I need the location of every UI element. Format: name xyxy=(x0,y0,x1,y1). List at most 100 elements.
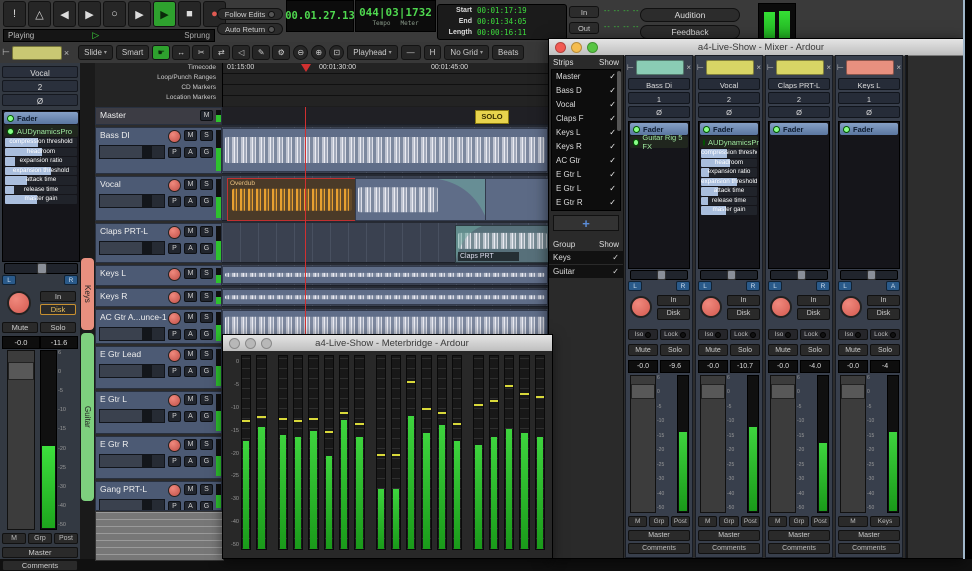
group-button[interactable]: G xyxy=(200,243,213,254)
fader-handle[interactable] xyxy=(841,384,865,399)
track-drop-zone[interactable] xyxy=(95,511,224,561)
strip-foot-button[interactable]: M xyxy=(628,516,647,527)
pan-right-button[interactable]: A xyxy=(886,281,900,291)
gain-display[interactable]: -0.0 xyxy=(698,360,728,373)
pan-slider[interactable] xyxy=(700,270,758,280)
smart-mode-button[interactable]: Smart xyxy=(116,45,149,60)
group-button[interactable]: G xyxy=(200,329,213,340)
plugin-param-control[interactable]: release time xyxy=(701,197,757,206)
solo-button[interactable]: Solo xyxy=(870,344,900,356)
mute-button[interactable]: M xyxy=(184,291,197,302)
solo-button[interactable]: Solo xyxy=(660,344,690,356)
edit-mode-dropdown[interactable]: Slide▾ xyxy=(78,45,113,60)
output-button[interactable]: Master xyxy=(768,530,830,541)
phase-invert-button[interactable]: Ø xyxy=(628,106,690,118)
processor-entry[interactable]: Fader xyxy=(840,123,898,135)
record-enable-button[interactable] xyxy=(168,484,181,497)
plugin-param-control[interactable]: expansion threshold xyxy=(701,178,757,187)
mute-button[interactable]: Mute xyxy=(2,322,38,333)
track-name[interactable]: E Gtr L xyxy=(100,394,127,404)
comments-button[interactable]: Comments xyxy=(628,543,690,554)
record-enable-button[interactable] xyxy=(168,179,181,192)
phase-invert-button[interactable]: Ø xyxy=(838,106,900,118)
visible-checkmark[interactable]: ✓ xyxy=(609,112,616,126)
pan-handle[interactable] xyxy=(727,270,736,280)
strip-pin-icon[interactable]: ⊢ xyxy=(2,47,10,58)
plugin-param-control[interactable]: release time xyxy=(5,186,77,195)
playlist-button[interactable]: P xyxy=(168,411,181,422)
strips-list-item[interactable]: Vocal ✓ xyxy=(552,98,620,112)
output-button[interactable]: Master xyxy=(698,530,760,541)
record-enable-button[interactable] xyxy=(168,312,181,325)
fader-handle[interactable] xyxy=(631,384,655,399)
track-header[interactable]: E Gtr R M S P A G xyxy=(95,436,222,479)
close-icon[interactable]: × xyxy=(896,63,901,72)
mute-button[interactable]: Mute xyxy=(838,344,868,356)
strip-pin-icon[interactable]: ⊢ xyxy=(837,63,844,72)
pan-handle[interactable] xyxy=(797,270,806,280)
zoom-in-button[interactable]: ⊕ xyxy=(311,45,326,60)
lock-button[interactable]: Lock xyxy=(870,329,900,340)
group-button[interactable]: G xyxy=(200,196,213,207)
plugin-param-control[interactable]: headroom xyxy=(5,148,77,157)
minimize-window-button[interactable] xyxy=(245,338,256,349)
lock-button[interactable]: Lock xyxy=(660,329,690,340)
zoom-window-button[interactable] xyxy=(587,42,598,53)
strip-foot-button[interactable]: Grp xyxy=(649,516,668,527)
track-header[interactable]: Vocal M S P A G xyxy=(95,176,222,221)
track-name[interactable]: Vocal xyxy=(100,179,121,189)
meter-label[interactable]: Meter xyxy=(401,20,419,27)
mute-button[interactable]: M xyxy=(184,226,197,237)
monitor-disk-button[interactable]: Disk xyxy=(40,304,76,315)
processor-led[interactable] xyxy=(703,139,705,146)
mute-button[interactable]: Mute xyxy=(628,344,658,356)
processor-box[interactable]: Fader xyxy=(768,121,830,269)
playlist-button[interactable]: P xyxy=(168,329,181,340)
audition-tool[interactable]: ◁ xyxy=(232,45,250,60)
solo-button[interactable]: Solo xyxy=(730,344,760,356)
group-button[interactable]: G xyxy=(200,366,213,377)
plugin-param-control[interactable]: attack time xyxy=(5,176,77,185)
peak-display[interactable]: -9.6 xyxy=(660,360,690,373)
mute-button[interactable]: M xyxy=(200,110,213,121)
monitor-disk-button[interactable]: Disk xyxy=(657,308,690,320)
gain-fader[interactable] xyxy=(840,375,866,513)
strips-list-item[interactable]: Master ✓ xyxy=(552,70,620,84)
gain-display[interactable]: -0.0 xyxy=(2,336,40,349)
solo-button[interactable]: S xyxy=(200,349,213,360)
track-name[interactable]: Gang PRT-L xyxy=(100,484,147,494)
monitor-input-button[interactable]: In xyxy=(867,295,900,306)
strip-foot-button[interactable]: Grp xyxy=(789,516,808,527)
strips-scrollbar[interactable] xyxy=(617,71,621,131)
group-tab[interactable]: Guitar xyxy=(81,333,94,501)
record-enable-button[interactable] xyxy=(168,130,181,143)
zoom-fit-button[interactable]: ⊡ xyxy=(329,45,344,60)
follow-edits-toggle[interactable]: Follow Edits xyxy=(217,8,283,20)
ruler-row-label[interactable]: Timecode xyxy=(95,63,219,73)
track-color-box[interactable] xyxy=(846,60,894,75)
slider-handle[interactable] xyxy=(142,410,152,422)
punch-out-button[interactable]: Out xyxy=(569,22,599,34)
plugin-processor[interactable]: AUDynamicsPro xyxy=(4,125,78,137)
group-list-item[interactable]: Guitar ✓ xyxy=(549,265,623,279)
slider-handle[interactable] xyxy=(142,195,152,207)
track-name[interactable]: Master xyxy=(100,110,126,120)
strip-name-button[interactable]: Vocal xyxy=(698,78,760,90)
plugin-param-control[interactable]: expansion ratio xyxy=(701,168,757,177)
track-height-stepper[interactable]: — xyxy=(401,45,421,60)
stop-button[interactable]: ■ xyxy=(178,1,201,27)
track-gain-slider[interactable] xyxy=(99,454,165,468)
comments-button[interactable]: Comments xyxy=(768,543,830,554)
strips-list-item[interactable]: AC Gtr ✓ xyxy=(552,154,620,168)
plugin-param-control[interactable]: headroom xyxy=(701,159,757,168)
plugin-param-control[interactable]: expansion threshold xyxy=(5,167,77,176)
strip-name-button[interactable]: Vocal xyxy=(2,66,78,78)
gain-fader[interactable] xyxy=(7,350,35,530)
range-length-value[interactable]: 00:00:16:11 xyxy=(477,28,527,37)
fader-processor[interactable]: Fader xyxy=(4,112,78,124)
pan-left-button[interactable]: L xyxy=(2,275,16,285)
strips-list-item[interactable]: E Gtr R ✓ xyxy=(552,196,620,210)
meterbridge-titlebar[interactable]: a4-Live-Show - Meterbridge - Ardour xyxy=(223,335,552,352)
strip-input-button[interactable]: 1 xyxy=(628,92,690,104)
solo-iso-button[interactable]: Iso xyxy=(838,329,868,340)
